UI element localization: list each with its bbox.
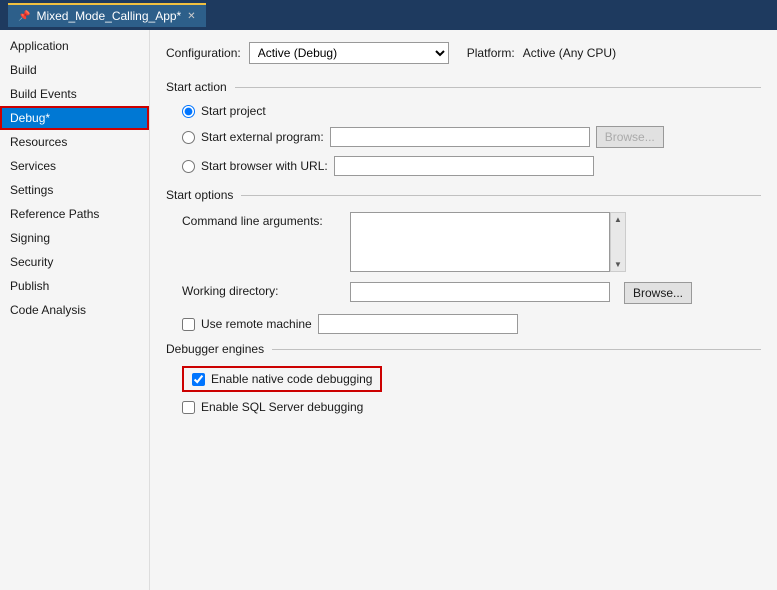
tab-pin-icon: 📌: [18, 11, 30, 22]
start-project-label: Start project: [201, 104, 266, 118]
remote-machine-input[interactable]: [318, 314, 518, 334]
debugger-engines-section: Debugger engines Enable native code debu…: [166, 342, 761, 414]
configuration-select[interactable]: Active (Debug): [249, 42, 449, 64]
sql-server-row: Enable SQL Server debugging: [182, 400, 761, 414]
main-container: Application Build Build Events Debug* Re…: [0, 30, 777, 590]
tab-close-icon[interactable]: ✕: [187, 11, 195, 22]
sidebar: Application Build Build Events Debug* Re…: [0, 30, 150, 590]
remote-machine-label: Use remote machine: [201, 317, 312, 331]
browse-external-button[interactable]: Browse...: [596, 126, 664, 148]
sidebar-item-resources[interactable]: Resources: [0, 130, 149, 154]
debugger-engines-divider: [272, 349, 761, 350]
start-options-header: Start options: [166, 188, 761, 202]
platform-value: Active (Any CPU): [523, 46, 616, 60]
native-code-checkbox[interactable]: [192, 373, 205, 386]
browse-dir-button[interactable]: Browse...: [624, 282, 692, 304]
start-browser-label: Start browser with URL:: [201, 159, 328, 173]
working-dir-row: Working directory: Browse...: [182, 282, 761, 304]
start-external-row: Start external program: Browse...: [182, 126, 761, 148]
sidebar-item-services[interactable]: Services: [0, 154, 149, 178]
remote-machine-row: Use remote machine: [182, 314, 761, 334]
start-options-title: Start options: [166, 188, 233, 202]
title-bar: 📌 Mixed_Mode_Calling_App* ✕: [0, 0, 777, 30]
start-action-header: Start action: [166, 80, 761, 94]
debugger-engines-title: Debugger engines: [166, 342, 264, 356]
document-tab[interactable]: 📌 Mixed_Mode_Calling_App* ✕: [8, 3, 206, 27]
start-options-divider: [241, 195, 761, 196]
sidebar-item-settings[interactable]: Settings: [0, 178, 149, 202]
content-area: Configuration: Active (Debug) Platform: …: [150, 30, 777, 590]
scroll-down-icon: ▼: [614, 260, 622, 269]
start-browser-radio[interactable]: [182, 160, 195, 173]
sidebar-item-publish[interactable]: Publish: [0, 274, 149, 298]
start-project-row: Start project: [182, 104, 761, 118]
sidebar-item-security[interactable]: Security: [0, 250, 149, 274]
debugger-engines-header: Debugger engines: [166, 342, 761, 356]
start-browser-row: Start browser with URL:: [182, 156, 761, 176]
configuration-label: Configuration:: [166, 46, 241, 60]
native-code-highlight: Enable native code debugging: [182, 366, 382, 392]
sql-server-label: Enable SQL Server debugging: [201, 400, 363, 414]
start-project-radio[interactable]: [182, 105, 195, 118]
config-row: Configuration: Active (Debug) Platform: …: [166, 42, 761, 64]
native-code-container: Enable native code debugging: [182, 366, 761, 392]
sidebar-item-signing[interactable]: Signing: [0, 226, 149, 250]
cmdline-textarea[interactable]: [350, 212, 610, 272]
section-divider: [235, 87, 761, 88]
remote-machine-checkbox[interactable]: [182, 318, 195, 331]
sidebar-item-build-events[interactable]: Build Events: [0, 82, 149, 106]
platform-label: Platform:: [467, 46, 515, 60]
start-browser-input[interactable]: [334, 156, 594, 176]
start-action-title: Start action: [166, 80, 227, 94]
working-dir-label: Working directory:: [182, 282, 342, 298]
native-code-label: Enable native code debugging: [211, 372, 372, 386]
sidebar-item-reference-paths[interactable]: Reference Paths: [0, 202, 149, 226]
working-dir-input[interactable]: [350, 282, 610, 302]
sidebar-item-code-analysis[interactable]: Code Analysis: [0, 298, 149, 322]
scroll-up-icon: ▲: [614, 215, 622, 224]
tab-title: Mixed_Mode_Calling_App*: [36, 9, 181, 23]
sidebar-item-debug[interactable]: Debug*: [0, 106, 149, 130]
start-external-label: Start external program:: [201, 130, 324, 144]
sql-server-checkbox[interactable]: [182, 401, 195, 414]
start-external-input[interactable]: [330, 127, 590, 147]
sidebar-item-application[interactable]: Application: [0, 34, 149, 58]
cmdline-label: Command line arguments:: [182, 212, 342, 228]
cmdline-row: Command line arguments: ▲ ▼: [182, 212, 761, 272]
cmdline-scrollbar[interactable]: ▲ ▼: [610, 212, 626, 272]
start-external-radio[interactable]: [182, 131, 195, 144]
sidebar-item-build[interactable]: Build: [0, 58, 149, 82]
